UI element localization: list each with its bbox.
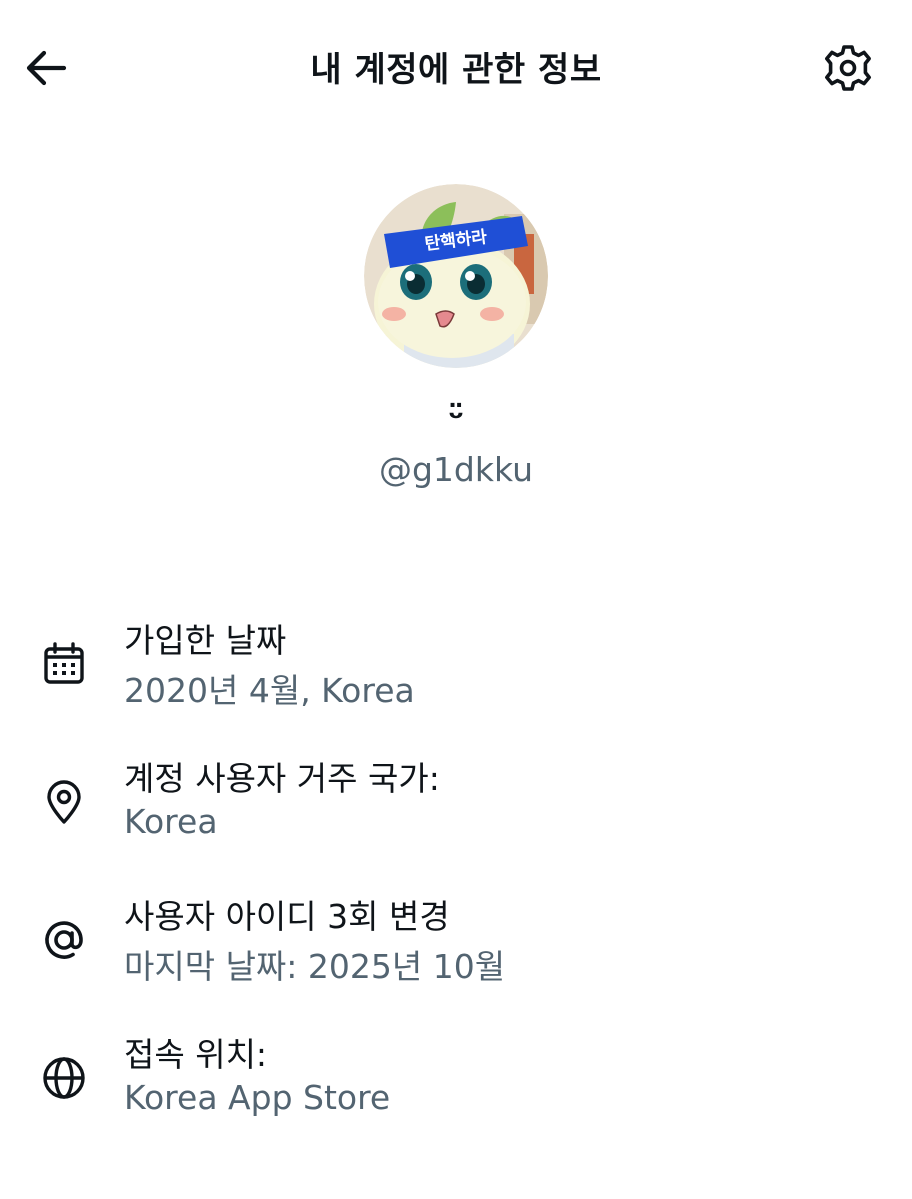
joined-label: 가입한 날짜 <box>124 621 287 660</box>
info-row-joined: 가입한 날짜 2020년 4월, Korea <box>0 614 912 724</box>
info-row-username-changes: 사용자 아이디 3회 변경 마지막 날짜: 2025년 10월 <box>0 890 912 1000</box>
avatar[interactable]: 탄핵하라 <box>364 184 548 368</box>
top-app-bar: 내 계정에 관한 정보 <box>0 0 912 136</box>
info-row-country: 계정 사용자 거주 국가: Korea <box>0 752 912 862</box>
globe-icon <box>43 1057 85 1099</box>
gear-icon <box>825 45 871 91</box>
avatar-image: 탄핵하라 <box>364 184 548 368</box>
info-row-connected-via: 접속 위치: Korea App Store <box>0 1028 912 1138</box>
country-value: Korea <box>124 802 218 841</box>
display-name: ᵕ̈ <box>447 398 465 438</box>
settings-button[interactable] <box>822 42 874 94</box>
at-sign-icon <box>45 921 83 959</box>
calendar-icon <box>44 642 84 684</box>
country-label: 계정 사용자 거주 국가: <box>124 759 440 798</box>
location-pin-icon <box>47 780 81 824</box>
username-changes-label: 사용자 아이디 3회 변경 <box>124 897 450 936</box>
joined-value: 2020년 4월, Korea <box>124 671 415 710</box>
page-title: 내 계정에 관한 정보 <box>310 50 602 90</box>
connected-via-label: 접속 위치: <box>124 1035 268 1074</box>
connected-via-value: Korea App Store <box>124 1078 391 1117</box>
username-changes-value: 마지막 날짜: 2025년 10월 <box>124 947 506 986</box>
username-handle: @g1dkku <box>378 450 533 489</box>
